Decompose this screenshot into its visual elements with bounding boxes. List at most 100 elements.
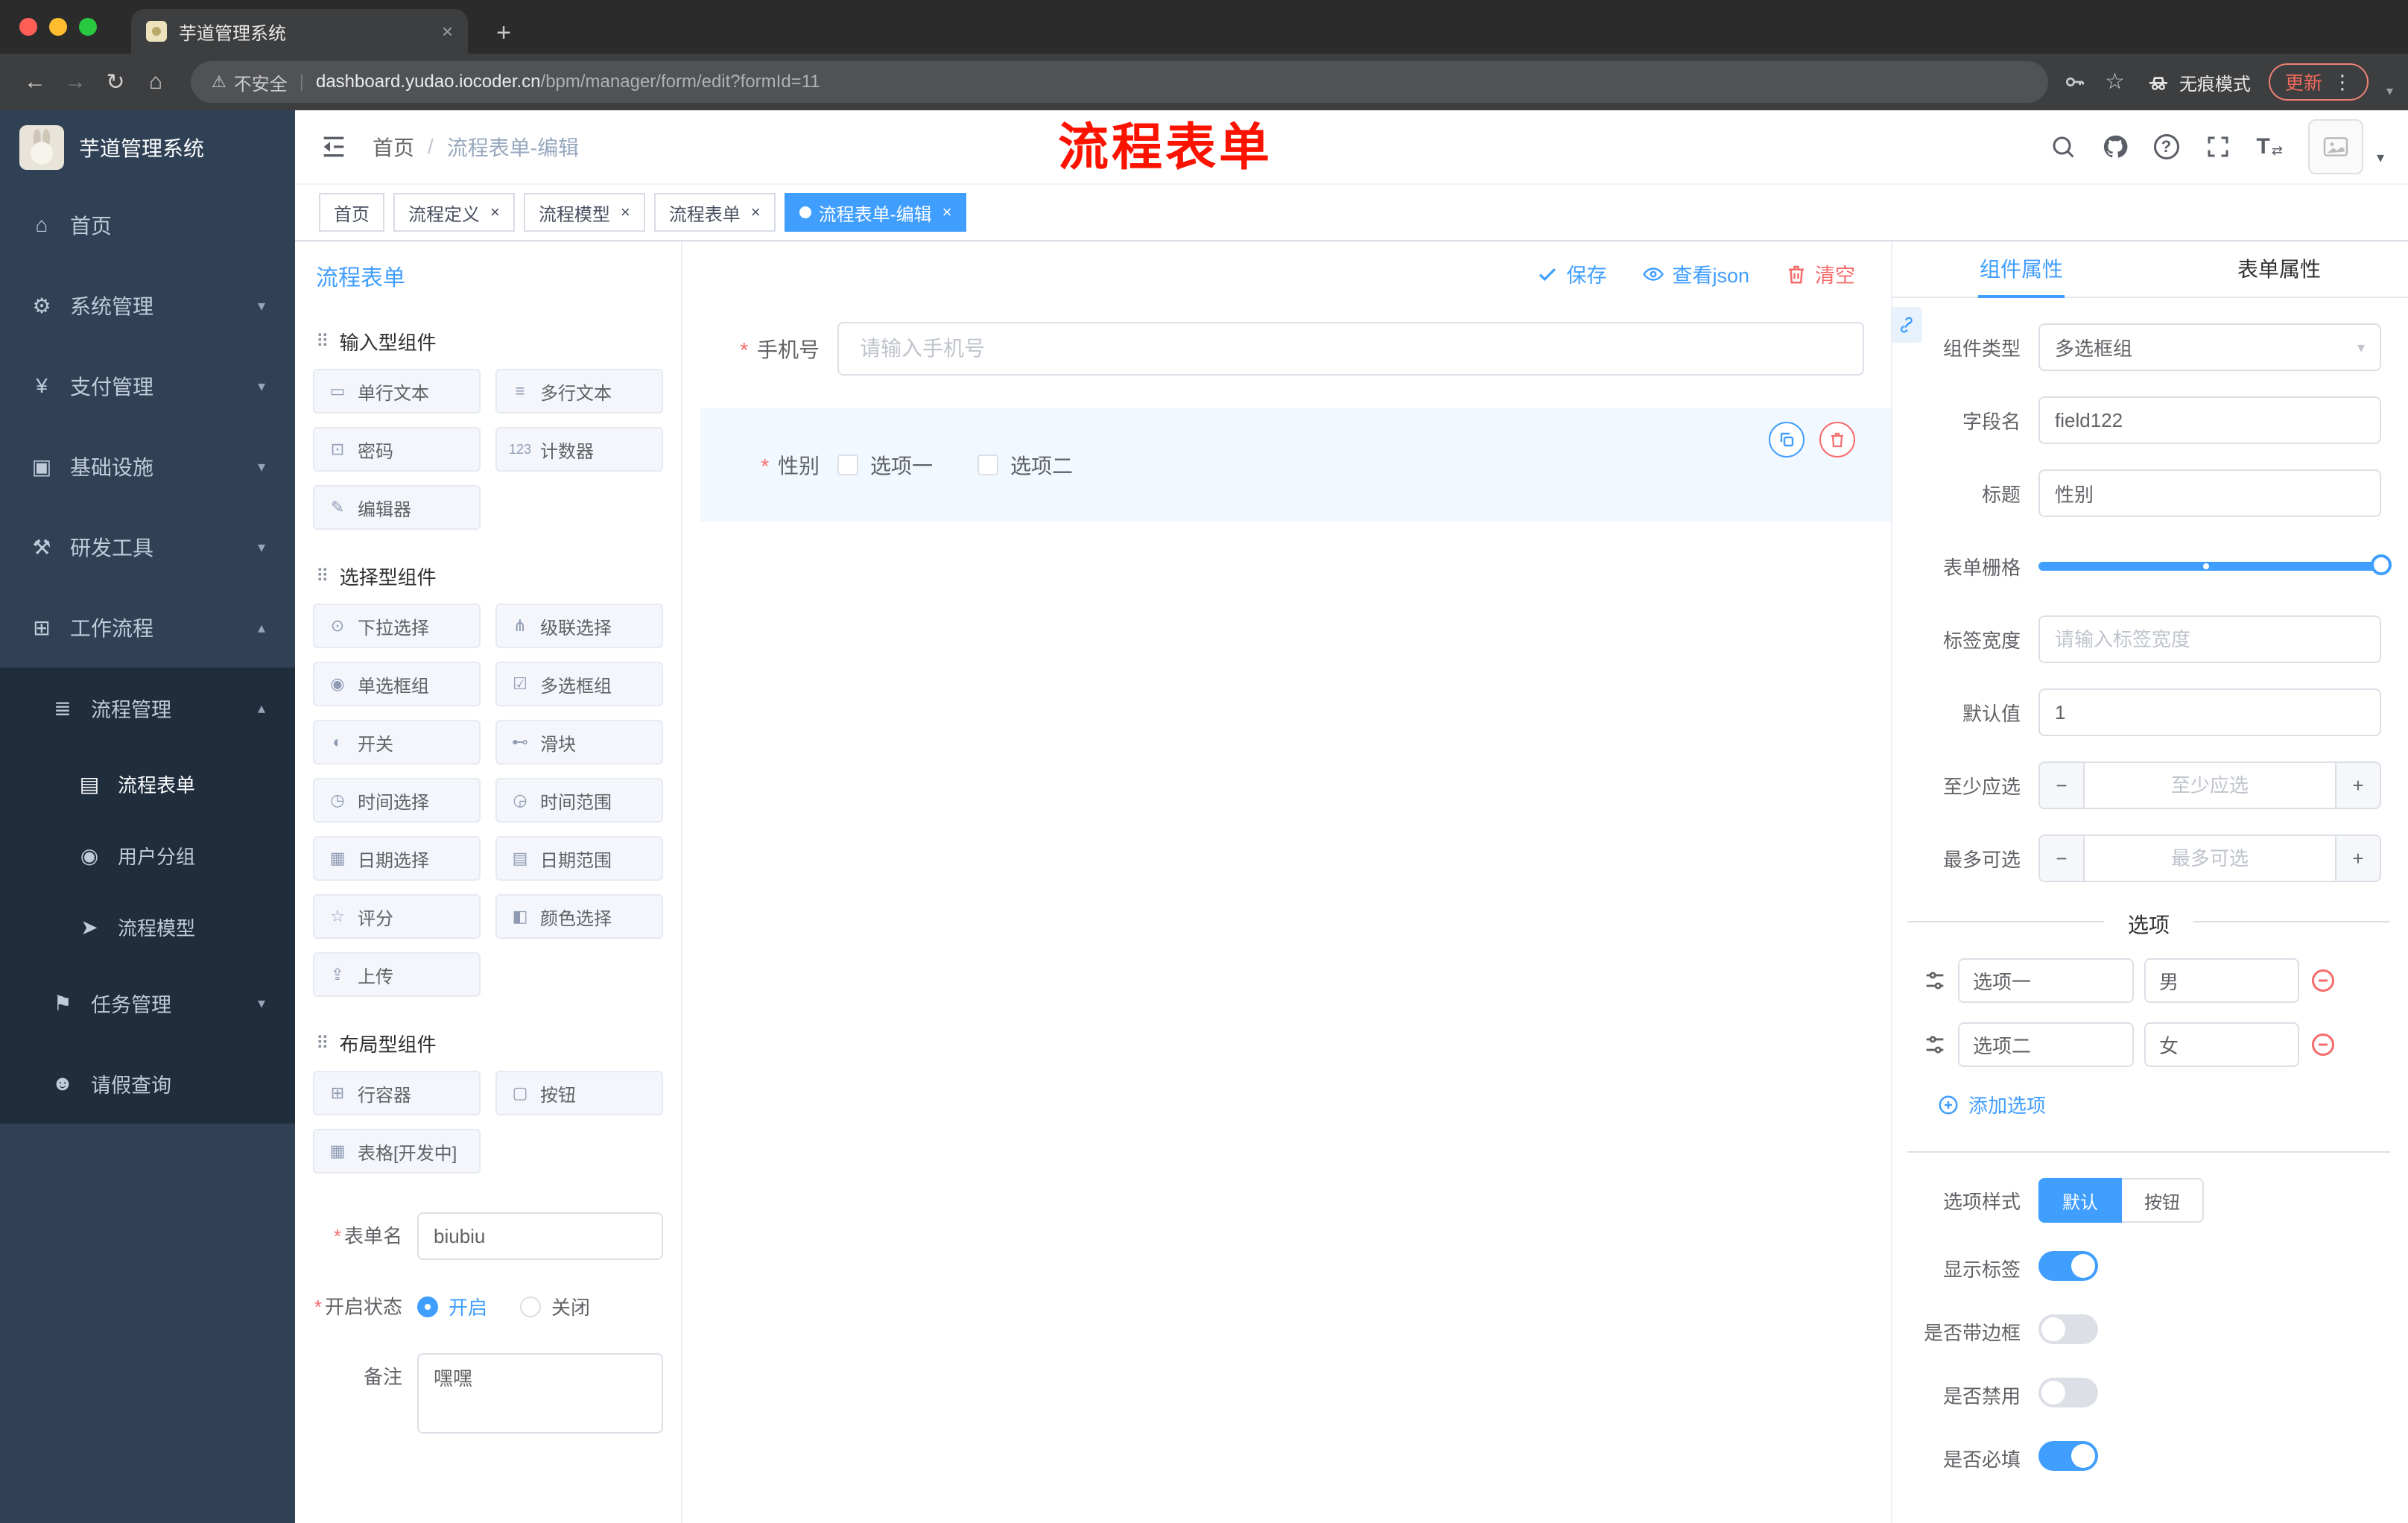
maximize-window-button[interactable] <box>79 18 97 36</box>
palette-chip-rate[interactable]: ☆ 评分 <box>313 894 481 939</box>
sidebar-item-leave-query[interactable]: ☻ 请假查询 <box>0 1043 295 1124</box>
save-button[interactable]: 保存 <box>1536 259 1606 288</box>
palette-chip-slider[interactable]: ⊷ 滑块 <box>495 720 663 764</box>
view-json-button[interactable]: 查看json <box>1642 259 1749 288</box>
slider-handle[interactable] <box>2371 554 2392 575</box>
browser-update-button[interactable]: 更新 ⋮ <box>2268 63 2369 101</box>
new-tab-button[interactable]: + <box>486 19 522 48</box>
github-icon[interactable] <box>2102 133 2129 160</box>
sidebar-item-dev-tools[interactable]: ⚒ 研发工具 ▾ <box>0 507 295 587</box>
palette-chip-upload[interactable]: ⇪ 上传 <box>313 952 481 997</box>
border-toggle[interactable] <box>2038 1314 2098 1344</box>
status-on-radio[interactable]: 开启 <box>417 1293 487 1320</box>
palette-chip-color-picker[interactable]: ◧ 颜色选择 <box>495 894 663 939</box>
label-width-input[interactable] <box>2038 615 2381 663</box>
tag-process-definition[interactable]: 流程定义 × <box>393 193 515 232</box>
disabled-toggle[interactable] <box>2038 1378 2098 1408</box>
palette-chip-editor[interactable]: ✎ 编辑器 <box>313 485 481 530</box>
form-grid-slider[interactable] <box>2038 542 2392 590</box>
palette-chip-time-range[interactable]: ◶ 时间范围 <box>495 778 663 823</box>
sidebar-item-system-mgmt[interactable]: ⚙ 系统管理 ▾ <box>0 265 295 346</box>
status-off-radio[interactable]: 关闭 <box>520 1293 590 1320</box>
checkbox-option-two[interactable]: 选项二 <box>978 450 1073 480</box>
reload-icon[interactable]: ↻ <box>95 62 136 102</box>
palette-chip-button[interactable]: ▢ 按钮 <box>495 1071 663 1115</box>
sidebar-item-task-mgmt[interactable]: ⚑ 任务管理 ▾ <box>0 963 295 1043</box>
tag-home[interactable]: 首页 <box>319 193 384 232</box>
phone-input[interactable] <box>837 322 1864 376</box>
field-gender-selected[interactable]: * 性别 选项一 选项二 <box>700 408 1891 522</box>
sidebar-item-payment-mgmt[interactable]: ¥ 支付管理 ▾ <box>0 346 295 426</box>
close-icon[interactable]: × <box>942 203 952 222</box>
title-input[interactable] <box>2038 469 2381 517</box>
required-toggle[interactable] <box>2038 1441 2098 1471</box>
option-value-input[interactable] <box>2144 1022 2299 1067</box>
key-icon[interactable] <box>2063 70 2087 94</box>
decrease-button[interactable]: − <box>2040 836 2085 881</box>
copy-field-button[interactable] <box>1769 422 1805 457</box>
palette-chip-select[interactable]: ⊙ 下拉选择 <box>313 604 481 648</box>
forward-icon[interactable]: → <box>55 62 95 102</box>
palette-chip-row-container[interactable]: ⊞ 行容器 <box>313 1071 481 1115</box>
back-icon[interactable]: ← <box>15 62 55 102</box>
palette-chip-table[interactable]: ▦ 表格[开发中] <box>313 1129 481 1174</box>
tag-process-model[interactable]: 流程模型 × <box>523 193 645 232</box>
remove-option-icon[interactable] <box>2310 967 2336 994</box>
field-phone[interactable]: * 手机号 <box>700 316 1891 381</box>
delete-field-button[interactable] <box>1819 422 1855 457</box>
palette-chip-checkbox-group[interactable]: ☑ 多选框组 <box>495 662 663 706</box>
component-type-select[interactable]: 多选框组 ▾ <box>2038 323 2381 371</box>
sidebar-item-process-model[interactable]: ➤ 流程模型 <box>0 891 295 963</box>
increase-button[interactable]: + <box>2335 763 2380 808</box>
palette-chip-date-picker[interactable]: ▦ 日期选择 <box>313 836 481 881</box>
close-icon[interactable]: × <box>751 203 761 222</box>
browser-home-icon[interactable]: ⌂ <box>136 62 176 102</box>
tab-component-props[interactable]: 组件属性 <box>1892 241 2150 297</box>
sidebar-item-infrastructure[interactable]: ▣ 基础设施 ▾ <box>0 426 295 507</box>
sidebar-item-user-group[interactable]: ◉ 用户分组 <box>0 820 295 891</box>
palette-chip-password[interactable]: ⊡ 密码 <box>313 427 481 472</box>
breadcrumb-home[interactable]: 首页 <box>373 132 414 162</box>
search-icon[interactable] <box>2050 133 2076 160</box>
palette-chip-single-line-text[interactable]: ▭ 单行文本 <box>313 369 481 414</box>
tab-close-icon[interactable]: × <box>442 20 453 43</box>
max-select-input[interactable] <box>2085 836 2335 881</box>
help-icon[interactable]: ? <box>2153 134 2179 159</box>
checkbox-option-one[interactable]: 选项一 <box>837 450 933 480</box>
min-select-input[interactable] <box>2085 763 2335 808</box>
close-window-button[interactable] <box>19 18 37 36</box>
tag-process-form-edit[interactable]: 流程表单-编辑 × <box>784 193 967 232</box>
option-value-input[interactable] <box>2144 958 2299 1003</box>
close-icon[interactable]: × <box>621 203 630 222</box>
add-option-button[interactable]: 添加选项 <box>1937 1091 2408 1118</box>
style-button-button[interactable]: 按钮 <box>2122 1178 2204 1223</box>
address-bar[interactable]: ⚠ 不安全 | dashboard.yudao.iocoder.cn/bpm/m… <box>191 61 2048 103</box>
form-name-input[interactable] <box>417 1212 663 1260</box>
field-name-input[interactable] <box>2038 396 2381 444</box>
remove-option-icon[interactable] <box>2310 1031 2336 1058</box>
palette-chip-time-picker[interactable]: ◷ 时间选择 <box>313 778 481 823</box>
sidebar-collapse-icon[interactable] <box>319 132 349 162</box>
style-default-button[interactable]: 默认 <box>2038 1178 2122 1223</box>
palette-chip-counter[interactable]: 123 计数器 <box>495 427 663 472</box>
palette-chip-cascader[interactable]: ⋔ 级联选择 <box>495 604 663 648</box>
tab-form-props[interactable]: 表单属性 <box>2150 241 2408 297</box>
fullscreen-icon[interactable] <box>2205 133 2231 160</box>
close-icon[interactable]: × <box>490 203 500 222</box>
panel-link-icon[interactable] <box>1892 307 1922 343</box>
palette-chip-date-range[interactable]: ▤ 日期范围 <box>495 836 663 881</box>
minimize-window-button[interactable] <box>49 18 67 36</box>
browser-menu-icon[interactable]: ⋮ <box>2333 71 2352 94</box>
drag-handle-icon[interactable] <box>1922 1032 1948 1057</box>
default-value-input[interactable] <box>2038 688 2381 736</box>
show-label-toggle[interactable] <box>2038 1251 2098 1281</box>
avatar[interactable] <box>2307 119 2363 174</box>
palette-chip-radio-group[interactable]: ◉ 单选框组 <box>313 662 481 706</box>
form-remark-textarea[interactable]: 嘿嘿 <box>417 1353 663 1434</box>
bookmark-star-icon[interactable]: ☆ <box>2105 70 2129 94</box>
palette-chip-switch[interactable]: ◐ 开关 <box>313 720 481 764</box>
palette-chip-multi-line-text[interactable]: ≡ 多行文本 <box>495 369 663 414</box>
drag-handle-icon[interactable] <box>1922 968 1948 993</box>
chevron-down-icon[interactable]: ▾ <box>2386 83 2393 99</box>
tag-process-form[interactable]: 流程表单 × <box>653 193 776 232</box>
